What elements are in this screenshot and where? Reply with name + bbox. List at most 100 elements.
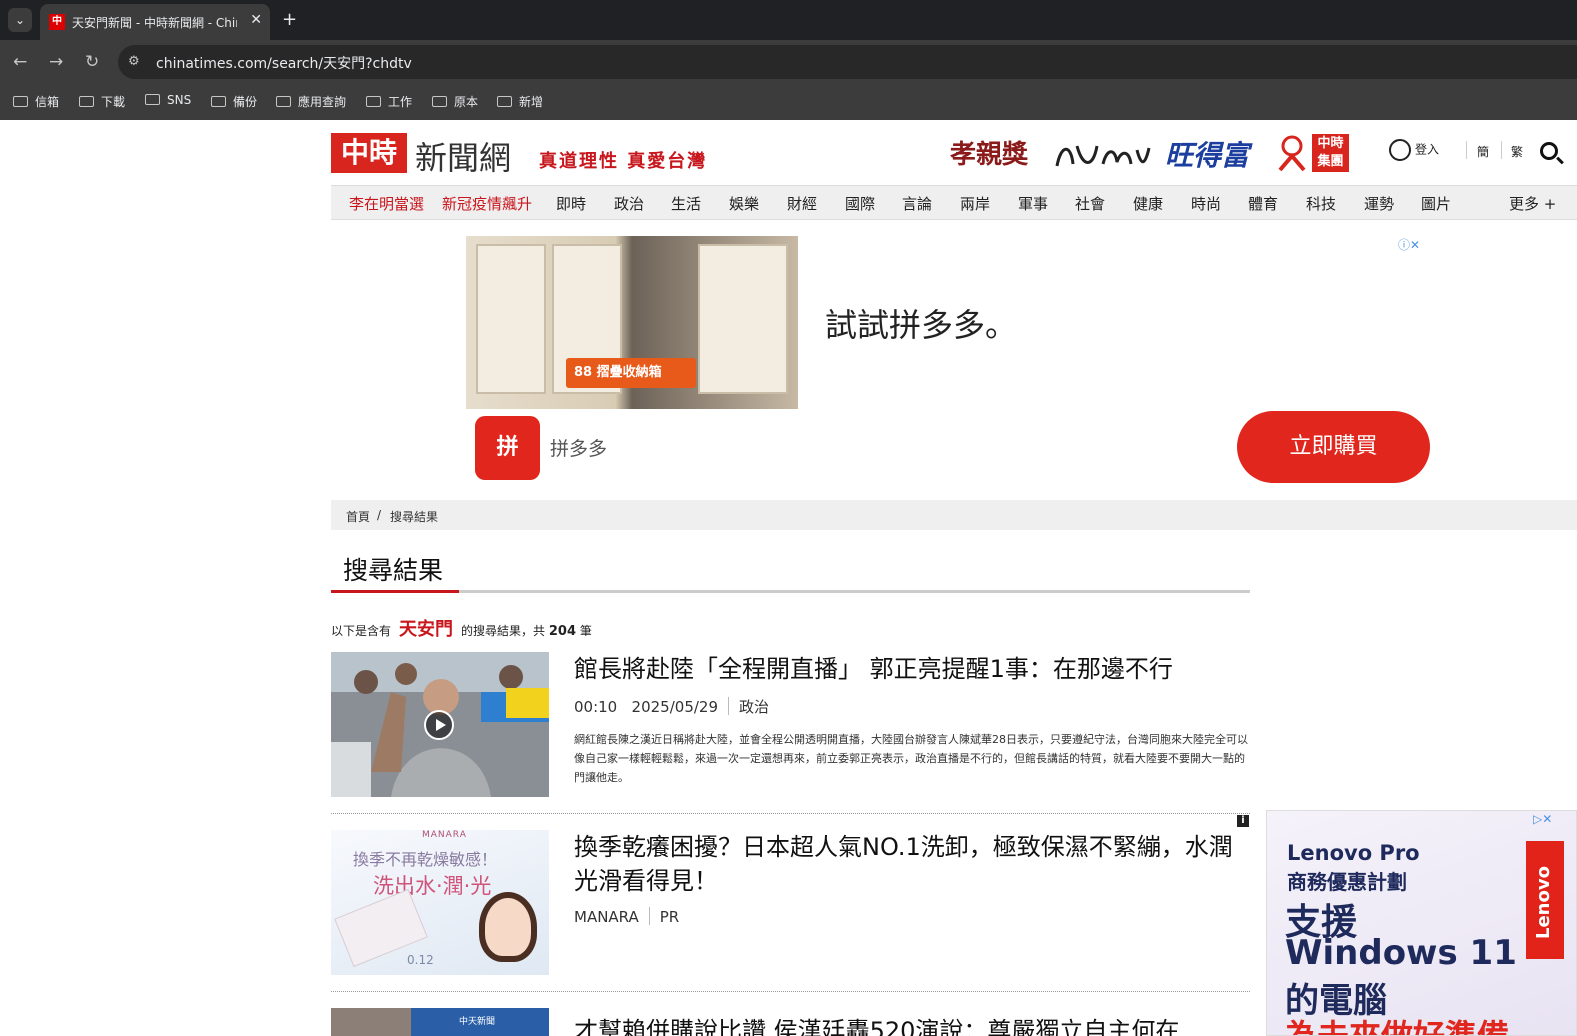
tab-close-icon[interactable]: ✕ (250, 12, 262, 28)
folder-icon (145, 94, 160, 105)
back-icon[interactable]: ← (13, 52, 27, 72)
url-text[interactable]: chinatimes.com/search/天安門?chdtv (156, 53, 412, 73)
article-time: 00:10 (574, 698, 618, 716)
result-count: 204 (548, 624, 576, 639)
reload-icon[interactable]: ↻ (85, 52, 99, 72)
sidebar-ad[interactable]: ▷✕ Lenovo Pro 商務優惠計劃 支援 Windows 11 的電腦 為… (1266, 810, 1577, 1036)
nav-item[interactable]: 政治 (614, 193, 644, 214)
article-title[interactable]: 館長將赴陸「全程開直播」 郭正亮提醒1事：在那邊不行 (574, 652, 1244, 686)
bookmark-folder[interactable]: 新增 (497, 93, 543, 110)
new-tab-icon[interactable]: + (282, 8, 297, 32)
ad-cabinet-shape (698, 244, 788, 394)
divider (648, 907, 650, 925)
tab-title: 天安門新聞 - 中時新聞網 - Chin (72, 16, 237, 30)
nav-item[interactable]: 兩岸 (960, 193, 990, 214)
divider (331, 991, 1250, 992)
mascot-icon (1278, 135, 1306, 172)
address-bar[interactable]: ⚙ chinatimes.com/search/天安門?chdtv (118, 45, 1577, 79)
nav-item[interactable]: 體育 (1248, 193, 1278, 214)
brand-script-icon (1055, 145, 1151, 167)
browser-tab[interactable]: 中 天安門新聞 - 中時新聞網 - Chin ✕ (40, 4, 270, 40)
ad-buy-button[interactable]: 立即購買 (1237, 411, 1430, 483)
article-meta: MANARA PR (574, 907, 679, 926)
article-item[interactable]: 館長將赴陸「全程開直播」 郭正亮提醒1事：在那邊不行 00:10 2025/05… (331, 652, 1250, 798)
brand-group-logo[interactable] (1274, 134, 1310, 182)
tab-search-button[interactable]: ⌄ (8, 8, 32, 32)
nav-item[interactable]: 社會 (1075, 193, 1105, 214)
divider (728, 697, 730, 715)
breadcrumb-home[interactable]: 首頁 (346, 508, 370, 525)
folder-icon (432, 96, 447, 107)
nav-item[interactable]: 娛樂 (729, 193, 759, 214)
breadcrumb-current: 搜尋結果 (390, 510, 439, 524)
banner-ad[interactable]: 88 摺疊收納箱 試試拼多多。 ⓘ✕ 拼 拼多多 立即購買 (466, 236, 1430, 484)
play-icon[interactable] (424, 710, 454, 740)
nav-item[interactable]: 生活 (671, 193, 701, 214)
bookmark-folder[interactable]: 工作 (366, 93, 412, 110)
nav-item[interactable]: 即時 (556, 193, 586, 214)
article-title[interactable]: 換季乾癢困擾？日本超人氣NO.1洗卸，極致保濕不緊繃，水潤光滑看得見！ (574, 830, 1244, 898)
side-ad-line1: Lenovo Pro (1287, 841, 1420, 865)
side-ad-headline-4: 為未來做好準備 (1285, 1017, 1510, 1036)
article-meta: 00:10 2025/05/29 政治 (574, 696, 769, 717)
article-item-sponsored[interactable]: MANARA 換季不再乾燥敏感！ 洗出水·潤·光 0.12 換季乾癢困擾？日本超… (331, 830, 1250, 976)
divider (1501, 141, 1502, 159)
article-thumbnail[interactable]: MANARA 換季不再乾燥敏感！ 洗出水·潤·光 0.12 (331, 830, 549, 975)
article-thumbnail[interactable] (331, 652, 549, 797)
bookmark-folder[interactable]: 下載 (79, 93, 125, 110)
user-icon (1389, 139, 1411, 161)
article-title[interactable]: 才幫賴併購說比讚 侯漢廷轟520演說：尊嚴獨立自主何在 (574, 1014, 1244, 1036)
brand-wantwant-logo[interactable]: 旺得富 (1165, 134, 1249, 182)
nav-item-hot-topic[interactable]: 李在明當選 (349, 193, 424, 214)
ad-brand-logo: 拼 (475, 416, 540, 480)
ad-choices-icon[interactable]: ▷✕ (1533, 812, 1552, 826)
bookmark-folder[interactable]: 原本 (432, 93, 478, 110)
article-category: PR (659, 908, 680, 926)
nav-item[interactable]: 言論 (902, 193, 932, 214)
article-description: 網紅館長陳之漢近日稱將赴大陸，並會全程公開透明開直播，大陸國台辦發言人陳斌華28… (574, 733, 1248, 784)
browser-tab-bar: ⌄ 中 天安門新聞 - 中時新聞網 - Chin ✕ + (0, 0, 1577, 40)
divider (1466, 141, 1467, 159)
logo-text: 新聞網 (415, 139, 512, 177)
thumb-product: 0.12 (407, 953, 434, 967)
bookmark-folder[interactable]: 信箱 (13, 93, 59, 110)
nav-item-hot-topic[interactable]: 新冠疫情飆升 (442, 193, 532, 214)
brand-award-logo[interactable]: 孝親獎 (950, 134, 1028, 182)
article-category[interactable]: 政治 (739, 698, 769, 716)
forward-icon[interactable]: → (49, 52, 63, 72)
ad-choices-icon[interactable]: ⓘ✕ (1398, 236, 1420, 253)
search-icon[interactable] (1540, 142, 1558, 160)
nav-item[interactable]: 時尚 (1191, 193, 1221, 214)
login-link[interactable]: 登入 (1389, 139, 1439, 161)
article-source[interactable]: MANARA (574, 908, 639, 926)
brand-mascot-logo[interactable] (1053, 138, 1153, 186)
breadcrumb: 首頁 / 搜尋結果 (331, 500, 1577, 530)
group-badge[interactable]: 中時集團 (1312, 134, 1349, 172)
lang-traditional-link[interactable]: 繁 (1511, 143, 1523, 160)
site-favicon-icon: 中 (49, 14, 65, 30)
nav-more[interactable]: 更多 + (1509, 193, 1556, 214)
ad-info-icon[interactable]: i (1237, 815, 1249, 827)
nav-item[interactable]: 國際 (845, 193, 875, 214)
article-thumbnail[interactable]: 中天新聞 (331, 1008, 549, 1036)
bookmark-folder[interactable]: SNS (145, 93, 191, 107)
lang-simplified-link[interactable]: 簡 (1477, 143, 1489, 160)
nav-item[interactable]: 運勢 (1364, 193, 1394, 214)
nav-item[interactable]: 科技 (1306, 193, 1336, 214)
page-title: 搜尋結果 (343, 556, 444, 585)
main-nav: 李在明當選 新冠疫情飆升 即時 政治 生活 娛樂 財經 國際 言論 兩岸 軍事 … (331, 185, 1577, 220)
nav-item[interactable]: 圖片 (1421, 193, 1451, 214)
ad-brand-name: 拼多多 (550, 438, 608, 460)
bookmark-folder[interactable]: 應用查詢 (276, 93, 346, 110)
ad-cabinet-shape (476, 244, 546, 394)
article-item[interactable]: 中天新聞 才幫賴併購說比讚 侯漢廷轟520演說：尊嚴獨立自主何在 (331, 1008, 1250, 1036)
bookmark-folder[interactable]: 備份 (211, 93, 257, 110)
search-summary: 以下是含有 天安門 的搜尋結果，共 204 筆 (331, 619, 592, 640)
site-settings-icon[interactable]: ⚙ (128, 54, 140, 69)
folder-icon (211, 96, 226, 107)
nav-item[interactable]: 軍事 (1018, 193, 1048, 214)
nav-item[interactable]: 財經 (787, 193, 817, 214)
side-ad-line2: 商務優惠計劃 (1287, 870, 1407, 894)
nav-item[interactable]: 健康 (1133, 193, 1163, 214)
ad-badge: 88 摺疊收納箱 (566, 358, 696, 388)
